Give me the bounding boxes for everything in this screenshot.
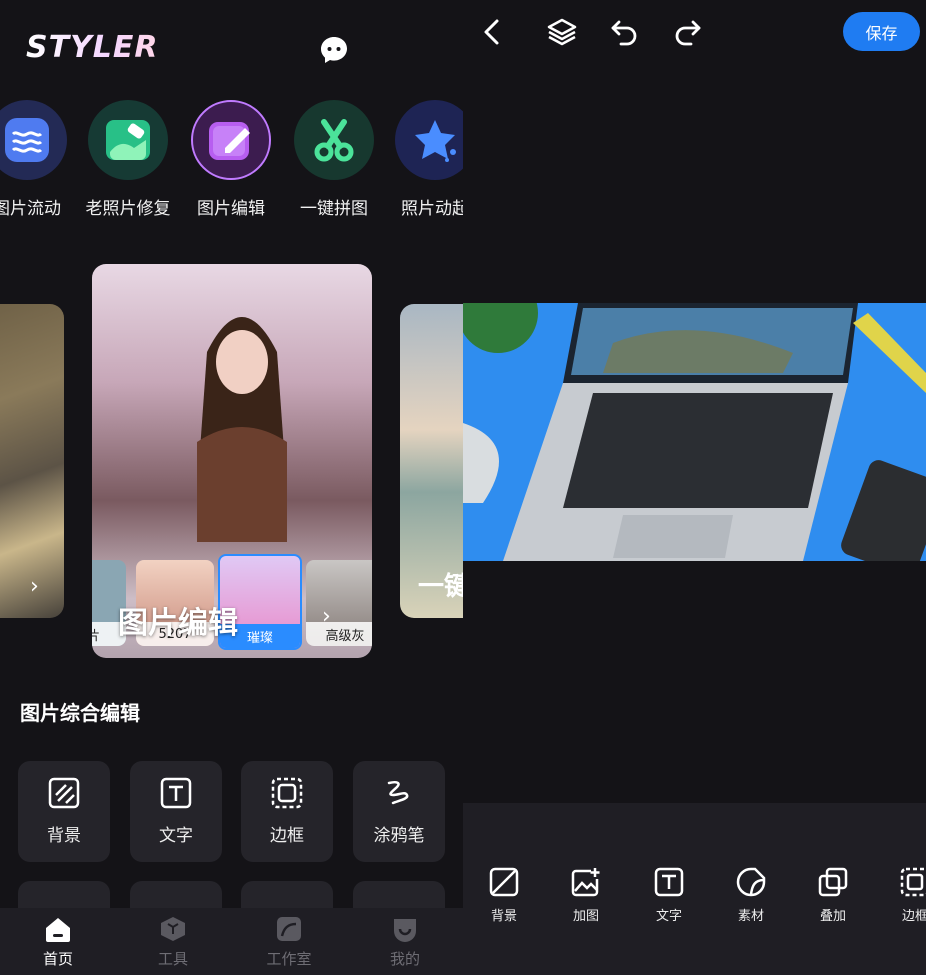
nav-label: 我的 xyxy=(389,950,420,968)
toolbar-sticker[interactable]: 素材 xyxy=(721,867,781,924)
toolbar-overlay[interactable]: 叠加 xyxy=(803,867,863,924)
edit-image-icon xyxy=(191,100,271,180)
toolbar-background[interactable]: 背景 xyxy=(474,867,534,924)
portrait-image xyxy=(197,317,287,542)
grid-item-label: 边框 xyxy=(270,826,304,846)
overlay-icon xyxy=(818,867,848,897)
toolbar-label: 文字 xyxy=(655,909,682,924)
chevron-right-icon: › xyxy=(322,604,331,629)
nav-studio[interactable]: 工作室 xyxy=(249,916,329,969)
chevron-right-icon: › xyxy=(30,574,39,599)
tool-shortcuts: 图片流动 老照片修复 图片编辑 一键拼图 照片动起 xyxy=(0,100,463,220)
carousel-card-prev[interactable]: › xyxy=(0,304,64,618)
toolbar-text[interactable]: 文字 xyxy=(639,867,699,924)
toolbar-label: 叠加 xyxy=(819,909,846,924)
border-icon xyxy=(900,867,926,897)
toolbar-label: 背景 xyxy=(490,909,517,924)
grid-item-label: 文字 xyxy=(159,826,193,846)
undo-icon[interactable] xyxy=(609,16,641,48)
nav-label: 工作室 xyxy=(266,950,312,968)
scissors-icon xyxy=(294,100,374,180)
grid-item-border[interactable]: 边框 xyxy=(241,761,333,862)
tool-label: 照片动起 xyxy=(401,199,463,219)
grid-item-label: 涂鸦笔 xyxy=(373,826,425,846)
toolbar-border[interactable]: 边框 xyxy=(885,867,926,924)
carousel-card-current[interactable]: 效片 5207 璀璨 高级灰 图片编辑 › xyxy=(92,264,372,658)
waves-icon xyxy=(0,100,67,180)
nav-profile[interactable]: 我的 xyxy=(365,916,445,969)
toolbar-label: 加图 xyxy=(572,909,599,924)
feature-carousel: › 效片 5207 璀璨 xyxy=(0,262,463,662)
tool-collage[interactable]: 一键拼图 xyxy=(284,100,384,219)
sticker-icon xyxy=(736,867,766,897)
text-icon xyxy=(160,777,192,809)
grid-item-background[interactable]: 背景 xyxy=(18,761,110,862)
grid-item-label: 背景 xyxy=(47,826,81,846)
nav-label: 工具 xyxy=(157,950,188,968)
nav-label: 首页 xyxy=(42,950,73,968)
carousel-title: 图片编辑 xyxy=(118,606,238,641)
tool-label: 一键拼图 xyxy=(300,199,368,219)
text-icon xyxy=(654,867,684,897)
carousel-next-title: 一键 xyxy=(418,572,463,602)
style-thumbnail[interactable]: 高级灰 xyxy=(306,560,372,646)
home-icon xyxy=(46,918,70,942)
nav-home[interactable]: 首页 xyxy=(18,916,98,969)
tools-icon xyxy=(161,917,185,941)
editor-top-bar: 保存 xyxy=(463,0,926,64)
toolbar-label: 素材 xyxy=(737,909,764,924)
toolbar-add-image[interactable]: 加图 xyxy=(556,867,616,924)
editor-toolbar: 背景 加图 文字 素材 叠加 边框 xyxy=(463,803,926,975)
tool-image-flow[interactable]: 图片流动 xyxy=(0,100,77,219)
border-icon xyxy=(271,777,303,809)
tool-label: 图片编辑 xyxy=(197,199,265,219)
tool-image-edit[interactable]: 图片编辑 xyxy=(181,100,281,219)
editor-screen: 保存 背景 加图 文字 素材 叠加 边框 xyxy=(463,0,926,975)
grid-item-text[interactable]: 文字 xyxy=(130,761,222,862)
chat-icon[interactable] xyxy=(318,34,350,66)
background-icon xyxy=(48,777,80,809)
grid-item-doodle[interactable]: 涂鸦笔 xyxy=(353,761,445,862)
add-image-icon xyxy=(571,868,600,897)
tool-label: 老照片修复 xyxy=(85,199,171,219)
bottom-nav: 首页 工具 工作室 我的 xyxy=(0,908,463,975)
tool-photo-animate[interactable]: 照片动起 xyxy=(385,100,463,219)
section-title: 图片综合编辑 xyxy=(20,701,140,725)
star-icon xyxy=(395,100,463,180)
back-icon[interactable] xyxy=(477,16,509,48)
app-root: STYLER 图片流动 老照片修复 图片编辑 一键拼图 照片动起 › 片 520… xyxy=(0,0,926,975)
app-logo: STYLER xyxy=(26,30,159,65)
toolbar-label: 边框 xyxy=(901,909,926,924)
redo-icon[interactable] xyxy=(671,16,703,48)
home-screen: STYLER 图片流动 老照片修复 图片编辑 一键拼图 照片动起 › 片 520… xyxy=(0,0,463,975)
photo-repair-icon xyxy=(88,100,168,180)
studio-icon xyxy=(277,917,301,941)
editing-canvas-image[interactable] xyxy=(463,303,926,561)
background-icon xyxy=(489,867,519,897)
doodle-pen-icon xyxy=(387,780,409,805)
tool-label: 图片流动 xyxy=(0,199,61,219)
nav-tools[interactable]: 工具 xyxy=(133,916,213,969)
tool-old-photo-repair[interactable]: 老照片修复 xyxy=(78,100,178,219)
laptop-photo xyxy=(463,303,926,561)
layers-icon[interactable] xyxy=(546,16,578,48)
carousel-card-next[interactable]: 一键 xyxy=(400,304,463,618)
save-button[interactable]: 保存 xyxy=(843,12,920,51)
profile-icon xyxy=(394,919,416,942)
